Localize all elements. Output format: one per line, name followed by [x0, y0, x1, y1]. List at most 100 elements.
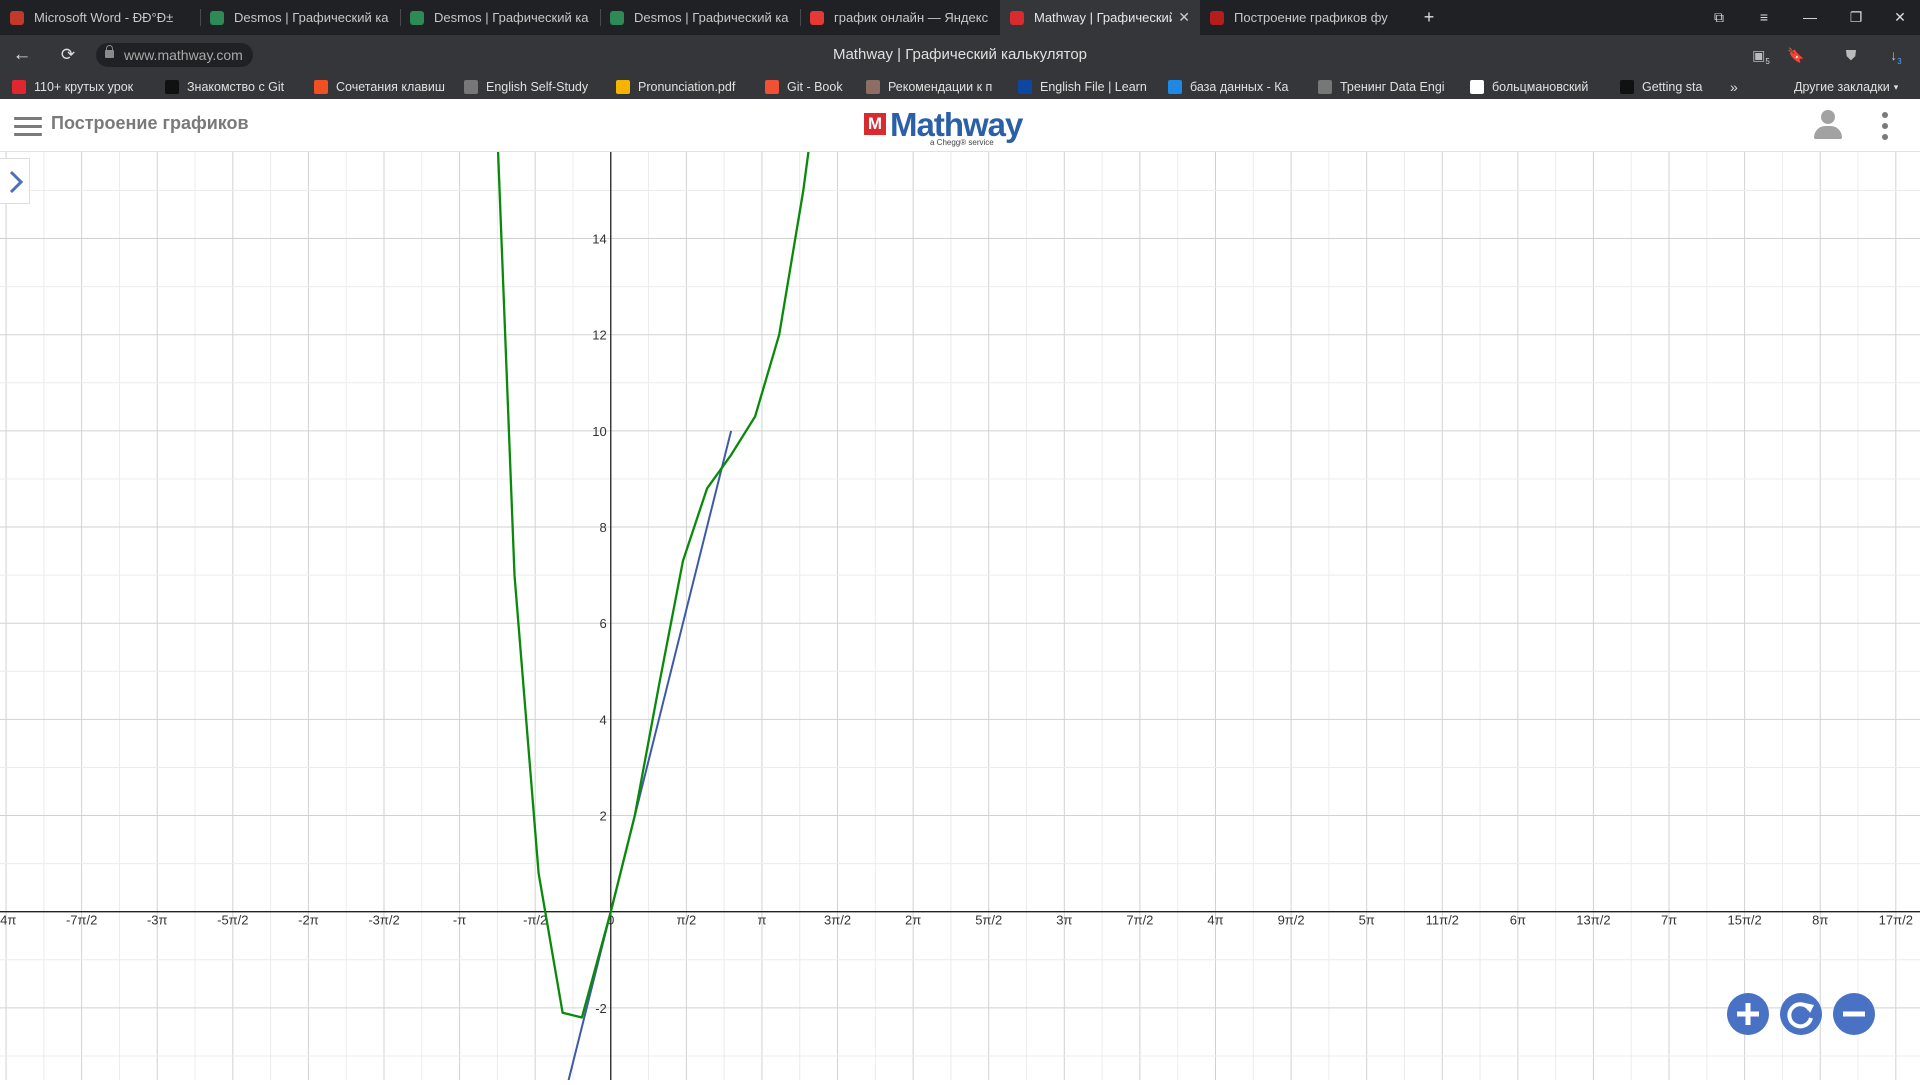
bookmark-item[interactable]: база данных - Ка [1168, 75, 1304, 99]
browser-tab[interactable]: Построение графиков фу [1200, 0, 1400, 35]
vivaldi-icon [12, 80, 26, 94]
x-tick-label: 7π [1661, 913, 1677, 928]
x-tick-label: 4π [1207, 913, 1223, 928]
tab-separator [400, 9, 401, 26]
browser-tab-bar: Microsoft Word - ÐÐ°Ð± Desmos | Графическ… [0, 0, 1920, 35]
x-tick-label: 8π [1812, 913, 1828, 928]
bookmark-icon[interactable]: 🔖 [1785, 44, 1807, 66]
close-window-button[interactable]: ✕ [1880, 0, 1920, 35]
graph-canvas[interactable]: -4π-7π/2-3π-5π/2-2π-3π/2-π-π/20π/2π3π/22… [0, 46, 1920, 1085]
bookmark-label: Pronunciation.pdf [638, 80, 736, 94]
pdf-icon [1210, 10, 1224, 25]
bookmark-item[interactable]: Getting sta [1620, 75, 1710, 99]
x-tick-label: 15π/2 [1727, 913, 1761, 928]
reset-zoom-button[interactable] [1780, 993, 1822, 1035]
bookmark-label: база данных - Ка [1190, 80, 1289, 94]
expand-panel-button[interactable] [0, 158, 30, 204]
bookmark-item[interactable]: Рекомендации к п [866, 75, 1004, 99]
y-tick-label: -2 [595, 1001, 607, 1016]
y-tick-label: 2 [600, 809, 607, 824]
x-tick-label: 3π/2 [824, 913, 851, 928]
x-tick-label: 3π [1056, 913, 1072, 928]
minimize-button[interactable]: — [1790, 0, 1830, 35]
globe-icon [1318, 80, 1332, 94]
tab-separator [200, 9, 201, 26]
tab-title: Microsoft Word - ÐÐ°Ð± [34, 10, 174, 25]
other-bookmarks[interactable]: Другие закладки ▾ [1794, 75, 1898, 99]
desmos-icon [410, 10, 424, 25]
graph-area[interactable]: -4π-7π/2-3π-5π/2-2π-3π/2-π-π/20π/2π3π/22… [0, 46, 1920, 1085]
logo-subtitle: a Chegg® service [930, 138, 994, 147]
x-tick-label: 17π/2 [1879, 913, 1913, 928]
bookmark-item[interactable]: Тренинг Data Engi [1318, 75, 1456, 99]
bookmark-item[interactable]: Сочетания клавиш [314, 75, 450, 99]
browser-tab[interactable]: Microsoft Word - ÐÐ°Ð± [0, 0, 200, 35]
bookmarks-overflow-chevron-icon[interactable]: » [1730, 75, 1738, 99]
tab-title: Построение графиков фу [1234, 10, 1388, 25]
bookmark-item[interactable]: больцмановский [1470, 75, 1606, 99]
back-button[interactable]: ← [8, 41, 36, 69]
bookmark-item[interactable]: Знакомство с Git [165, 75, 303, 99]
github-icon [165, 80, 179, 94]
close-tab-icon[interactable]: ✕ [1178, 9, 1190, 26]
hamburger-menu-icon[interactable] [14, 117, 42, 137]
x-tick-label: -4π [0, 913, 16, 928]
y-tick-label: 14 [592, 232, 606, 247]
tab-title: Desmos | Графический ка [634, 10, 789, 25]
google-icon [1470, 80, 1484, 94]
tab-search-icon[interactable]: ⧉ [1699, 0, 1739, 35]
chevron-down-icon: ▾ [1893, 81, 1899, 92]
x-tick-label: 11π/2 [1426, 913, 1459, 928]
reload-button[interactable]: ⟳ [54, 41, 82, 69]
new-tab-button[interactable]: + [1418, 7, 1440, 29]
y-tick-label: 10 [592, 424, 606, 439]
url-text: www.mathway.com [124, 47, 243, 63]
mathway-logo[interactable]: M Mathway a Chegg® service [864, 107, 1034, 147]
x-tick-label: 13π/2 [1576, 913, 1610, 928]
bookmark-item[interactable]: 110+ крутых урок [12, 75, 145, 99]
bookmark-item[interactable]: Pronunciation.pdf [616, 75, 753, 99]
y-tick-label: 8 [600, 520, 607, 535]
x-tick-label: -2π [298, 913, 319, 928]
browser-tab[interactable]: Mathway | Графический ✕ [1000, 0, 1200, 35]
bookmark-label: English File | Learn [1040, 80, 1147, 94]
download-icon[interactable]: ↓3 [1885, 44, 1907, 66]
browser-tab[interactable]: Desmos | Графический ка [600, 0, 800, 35]
browser-tab[interactable]: Desmos | Графический ка [200, 0, 400, 35]
github-icon [1620, 80, 1634, 94]
graph-background [0, 152, 1920, 1080]
bookmark-item[interactable]: English Self-Study [464, 75, 604, 99]
x-tick-label: -3π/2 [368, 913, 399, 928]
bookmark-label: Тренинг Data Engi [1340, 80, 1445, 94]
restore-button[interactable]: ❐ [1836, 0, 1876, 35]
x-tick-label: π [757, 913, 766, 928]
logo-mark-icon: M [864, 113, 886, 135]
x-tick-label: 9π/2 [1278, 913, 1305, 928]
zoom-in-button[interactable] [1727, 993, 1769, 1035]
x-tick-label: π/2 [676, 913, 696, 928]
lock-icon [105, 45, 114, 58]
more-options-icon[interactable] [1882, 112, 1888, 140]
user-account-icon[interactable] [1812, 110, 1844, 140]
yandex-icon [810, 10, 824, 25]
url-field[interactable]: www.mathway.com [96, 43, 253, 67]
plus-icon [1737, 1003, 1759, 1025]
mathway-icon [1010, 10, 1024, 25]
extension-icon[interactable]: ▣5 [1750, 44, 1772, 66]
shield-icon[interactable]: ⛊ [1840, 44, 1862, 66]
x-tick-label: -π [453, 913, 466, 928]
bookmark-label: 110+ крутых урок [34, 80, 134, 94]
x-tick-label: 6π [1510, 913, 1526, 928]
bookmark-label: Git - Book [787, 80, 843, 94]
browser-tab[interactable]: график онлайн — Яндекс [800, 0, 1000, 35]
media-control-icon[interactable]: ≡ [1744, 0, 1784, 35]
desmos-icon [210, 10, 224, 25]
chevron-right-icon [9, 170, 24, 194]
bookmark-item[interactable]: Git - Book [765, 75, 855, 99]
zoom-out-button[interactable] [1833, 993, 1875, 1035]
desmos-icon [610, 10, 624, 25]
x-tick-label: 5π/2 [975, 913, 1002, 928]
browser-tab[interactable]: Desmos | Графический ка [400, 0, 600, 35]
bookmark-item[interactable]: English File | Learn [1018, 75, 1154, 99]
x-tick-label: -π/2 [523, 913, 547, 928]
